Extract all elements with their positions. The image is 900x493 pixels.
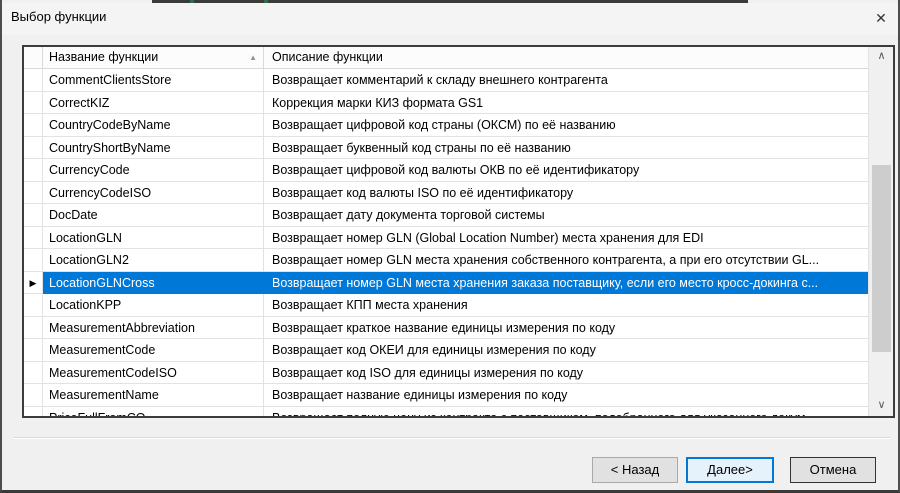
row-indicator-cell bbox=[24, 294, 43, 317]
table-row[interactable]: CurrencyCodeISOВозвращает код валюты ISO… bbox=[24, 182, 868, 205]
row-indicator-cell bbox=[24, 384, 43, 407]
table-row[interactable]: CurrencyCodeВозвращает цифровой код валю… bbox=[24, 159, 868, 182]
next-button[interactable]: Далее> bbox=[686, 457, 774, 483]
function-desc-cell[interactable]: Возвращает буквенный код страны по её на… bbox=[264, 137, 868, 160]
row-indicator-cell bbox=[24, 227, 43, 250]
header-indicator-cell bbox=[24, 47, 43, 68]
function-desc-cell[interactable]: Возвращает дату документа торговой систе… bbox=[264, 204, 868, 227]
row-indicator-cell bbox=[24, 204, 43, 227]
table-row[interactable]: MeasurementAbbreviationВозвращает кратко… bbox=[24, 317, 868, 340]
function-desc-cell[interactable]: Возвращает название единицы измерения по… bbox=[264, 384, 868, 407]
scrollbar-thumb[interactable] bbox=[872, 165, 891, 352]
function-desc-cell[interactable]: Возвращает номер GLN места хранения собс… bbox=[264, 249, 868, 272]
close-icon[interactable]: ✕ bbox=[864, 5, 898, 31]
function-name-cell[interactable]: CurrencyCodeISO bbox=[43, 182, 264, 205]
function-name-cell[interactable]: CurrencyCode bbox=[43, 159, 264, 182]
table-row[interactable]: PriceFullFromCOВозвращает полную цену из… bbox=[24, 407, 868, 417]
row-indicator-cell bbox=[24, 69, 43, 92]
function-table: Название функции ▲ Описание функции Comm… bbox=[22, 45, 895, 418]
table-row[interactable]: CountryCodeByNameВозвращает цифровой код… bbox=[24, 114, 868, 137]
table-row[interactable]: LocationGLN2Возвращает номер GLN места х… bbox=[24, 249, 868, 272]
table-row[interactable]: ▶LocationGLNCrossВозвращает номер GLN ме… bbox=[24, 272, 868, 295]
footer-separator bbox=[14, 437, 890, 439]
row-indicator-cell bbox=[24, 407, 43, 417]
row-indicator-cell bbox=[24, 339, 43, 362]
function-desc-cell[interactable]: Коррекция марки КИЗ формата GS1 bbox=[264, 92, 868, 115]
dialog-title: Выбор функции bbox=[11, 9, 106, 24]
function-desc-cell[interactable]: Возвращает код ISO для единицы измерения… bbox=[264, 362, 868, 385]
sort-ascending-icon: ▲ bbox=[249, 47, 257, 68]
row-indicator-cell bbox=[24, 362, 43, 385]
function-desc-cell[interactable]: Возвращает код валюты ISO по её идентифи… bbox=[264, 182, 868, 205]
current-row-pointer-icon: ▶ bbox=[24, 272, 43, 295]
column-header-label: Название функции bbox=[49, 50, 158, 64]
function-desc-cell[interactable]: Возвращает краткое название единицы изме… bbox=[264, 317, 868, 340]
function-desc-cell[interactable]: Возвращает полную цену из контракта с по… bbox=[264, 407, 868, 417]
function-name-cell[interactable]: LocationGLN bbox=[43, 227, 264, 250]
table-rows: CommentClientsStoreВозвращает комментари… bbox=[24, 69, 868, 416]
function-table-body: Название функции ▲ Описание функции Comm… bbox=[24, 47, 868, 416]
function-name-cell[interactable]: LocationGLNCross bbox=[43, 272, 264, 295]
function-desc-cell[interactable]: Возвращает КПП места хранения bbox=[264, 294, 868, 317]
function-desc-cell[interactable]: Возвращает номер GLN места хранения зака… bbox=[264, 272, 868, 295]
function-select-dialog: Выбор функции ✕ Название функции ▲ Описа… bbox=[0, 0, 900, 493]
row-indicator-cell bbox=[24, 114, 43, 137]
function-desc-cell[interactable]: Возвращает код ОКЕИ для единицы измерени… bbox=[264, 339, 868, 362]
column-header-function-name[interactable]: Название функции ▲ bbox=[43, 47, 264, 68]
table-row[interactable]: CommentClientsStoreВозвращает комментари… bbox=[24, 69, 868, 92]
column-header-function-desc[interactable]: Описание функции bbox=[264, 47, 868, 68]
function-name-cell[interactable]: DocDate bbox=[43, 204, 264, 227]
table-row[interactable]: DocDateВозвращает дату документа торгово… bbox=[24, 204, 868, 227]
function-name-cell[interactable]: CommentClientsStore bbox=[43, 69, 264, 92]
function-name-cell[interactable]: PriceFullFromCO bbox=[43, 407, 264, 417]
function-desc-cell[interactable]: Возвращает цифровой код валюты ОКВ по её… bbox=[264, 159, 868, 182]
row-indicator-cell bbox=[24, 317, 43, 340]
function-name-cell[interactable]: CountryShortByName bbox=[43, 137, 264, 160]
table-row[interactable]: MeasurementCodeISOВозвращает код ISO для… bbox=[24, 362, 868, 385]
vertical-scrollbar[interactable]: ∧ ∨ bbox=[868, 47, 893, 416]
title-bar: Выбор функции ✕ bbox=[2, 3, 898, 35]
function-name-cell[interactable]: MeasurementAbbreviation bbox=[43, 317, 264, 340]
table-row[interactable]: CountryShortByNameВозвращает буквенный к… bbox=[24, 137, 868, 160]
row-indicator-cell bbox=[24, 92, 43, 115]
row-indicator-cell bbox=[24, 137, 43, 160]
function-name-cell[interactable]: MeasurementCodeISO bbox=[43, 362, 264, 385]
row-indicator-cell bbox=[24, 249, 43, 272]
table-row[interactable]: LocationKPPВозвращает КПП места хранения bbox=[24, 294, 868, 317]
table-row[interactable]: LocationGLNВозвращает номер GLN (Global … bbox=[24, 227, 868, 250]
function-name-cell[interactable]: LocationGLN2 bbox=[43, 249, 264, 272]
row-indicator-cell bbox=[24, 159, 43, 182]
cancel-button[interactable]: Отмена bbox=[790, 457, 876, 483]
table-row[interactable]: CorrectKIZКоррекция марки КИЗ формата GS… bbox=[24, 92, 868, 115]
column-header-label: Описание функции bbox=[272, 50, 383, 64]
function-desc-cell[interactable]: Возвращает номер GLN (Global Location Nu… bbox=[264, 227, 868, 250]
scroll-up-icon[interactable]: ∧ bbox=[869, 47, 894, 67]
row-indicator-cell bbox=[24, 182, 43, 205]
function-name-cell[interactable]: CorrectKIZ bbox=[43, 92, 264, 115]
table-row[interactable]: MeasurementNameВозвращает название едини… bbox=[24, 384, 868, 407]
function-desc-cell[interactable]: Возвращает цифровой код страны (ОКСМ) по… bbox=[264, 114, 868, 137]
function-name-cell[interactable]: MeasurementCode bbox=[43, 339, 264, 362]
function-name-cell[interactable]: LocationKPP bbox=[43, 294, 264, 317]
function-name-cell[interactable]: MeasurementName bbox=[43, 384, 264, 407]
scroll-down-icon[interactable]: ∨ bbox=[869, 396, 894, 416]
table-header-row: Название функции ▲ Описание функции bbox=[24, 47, 868, 69]
function-name-cell[interactable]: CountryCodeByName bbox=[43, 114, 264, 137]
back-button[interactable]: < Назад bbox=[592, 457, 678, 483]
table-row[interactable]: MeasurementCodeВозвращает код ОКЕИ для е… bbox=[24, 339, 868, 362]
function-desc-cell[interactable]: Возвращает комментарий к складу внешнего… bbox=[264, 69, 868, 92]
